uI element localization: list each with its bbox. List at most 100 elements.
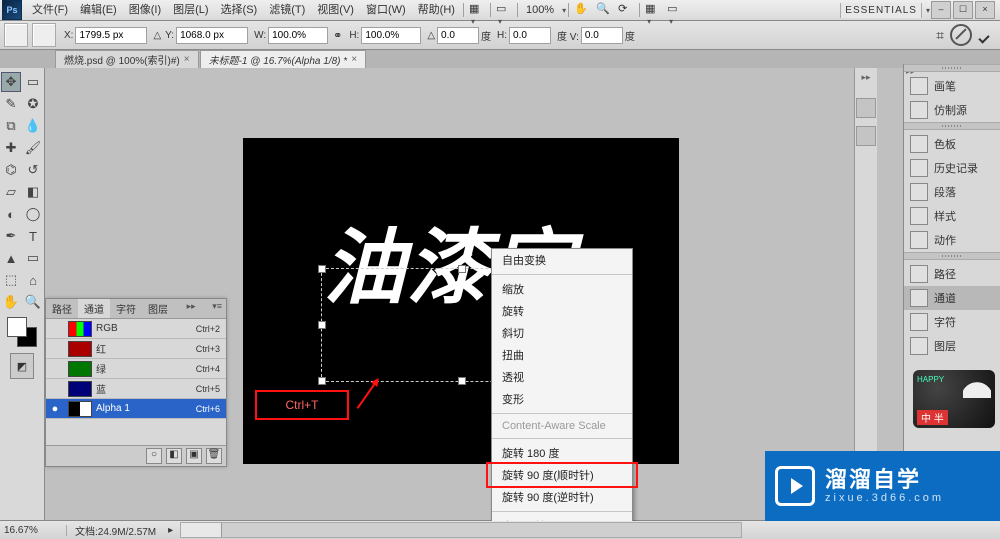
handle-tm[interactable] xyxy=(458,265,466,273)
move-tool[interactable]: ✥ xyxy=(1,72,21,92)
ctx-free-transform[interactable]: 自由变换 xyxy=(492,249,632,271)
delete-channel-icon[interactable]: 🗑 xyxy=(206,448,222,464)
handle-bm[interactable] xyxy=(458,377,466,385)
cancel-transform-icon[interactable] xyxy=(950,24,972,46)
gradient-tool[interactable]: ◧ xyxy=(23,182,43,202)
close-tab-icon[interactable]: × xyxy=(351,54,357,65)
input-angle[interactable] xyxy=(437,27,479,44)
brush-tool[interactable]: 🖌 xyxy=(23,138,43,158)
hand-tool[interactable]: ✋ xyxy=(1,292,21,312)
shape-tool[interactable]: ▭ xyxy=(23,248,43,268)
commit-transform-icon[interactable] xyxy=(978,26,996,44)
menu-window[interactable]: 窗口(W) xyxy=(360,0,412,20)
quick-mask-toggle[interactable]: ◩ xyxy=(10,353,34,379)
dock-brushes[interactable]: 画笔 xyxy=(904,74,1000,98)
blur-tool[interactable]: ◐ xyxy=(1,204,21,224)
input-w[interactable] xyxy=(268,27,328,44)
window-minimize[interactable]: – xyxy=(931,1,951,19)
stamp-tool[interactable]: ⌬ xyxy=(1,160,21,180)
dock-tab-1[interactable] xyxy=(856,98,876,118)
dock-paragraph[interactable]: 段落 xyxy=(904,180,1000,204)
dock-actions[interactable]: 动作 xyxy=(904,228,1000,252)
channel-row-blue[interactable]: 蓝 Ctrl+5 xyxy=(46,379,226,399)
menu-layer[interactable]: 图层(L) xyxy=(167,0,214,20)
handle-tl[interactable] xyxy=(318,265,326,273)
path-select-tool[interactable]: ▲ xyxy=(1,248,21,268)
load-selection-icon[interactable]: ○ xyxy=(146,448,162,464)
dodge-tool[interactable]: ◯ xyxy=(23,204,43,224)
save-selection-icon[interactable]: ◧ xyxy=(166,448,182,464)
dock-clone-src[interactable]: 仿制源 xyxy=(904,98,1000,122)
panel-menu-icon[interactable]: ▾≡ xyxy=(208,299,226,318)
zoom-tool-icon[interactable]: 🔍 xyxy=(596,2,612,18)
menu-select[interactable]: 选择(S) xyxy=(215,0,264,20)
handle-ml[interactable] xyxy=(318,321,326,329)
reference-point-icon[interactable] xyxy=(32,23,56,47)
new-channel-icon[interactable]: ▣ xyxy=(186,448,202,464)
ctx-warp[interactable]: 变形 xyxy=(492,388,632,410)
panel-tab-layers[interactable]: 图层 xyxy=(142,299,174,318)
handle-bl[interactable] xyxy=(318,377,326,385)
panel-collapse-icon[interactable]: ▸▸ xyxy=(183,299,200,318)
dock-expand-icon[interactable]: ▸▸ xyxy=(857,72,875,90)
type-tool[interactable]: T xyxy=(23,226,43,246)
menu-file[interactable]: 文件(F) xyxy=(26,0,74,20)
history-brush-tool[interactable]: ↺ xyxy=(23,160,43,180)
ctx-rotate-90-ccw[interactable]: 旋转 90 度(逆时针) xyxy=(492,486,632,508)
channel-row-red[interactable]: 红 Ctrl+3 xyxy=(46,339,226,359)
status-menu-icon[interactable]: ▸ xyxy=(164,525,177,536)
channel-row-rgb[interactable]: RGB Ctrl+2 xyxy=(46,319,226,339)
screen-mode2-icon[interactable]: ▭▾ xyxy=(667,2,683,18)
tab-doc-2[interactable]: 未标题-1 @ 16.7%(Alpha 1/8) *× xyxy=(200,50,366,68)
panel-tab-channels[interactable]: 通道 xyxy=(78,299,110,318)
h-scrollbar[interactable] xyxy=(180,522,742,538)
ctx-scale[interactable]: 缩放 xyxy=(492,278,632,300)
fg-color-swatch[interactable] xyxy=(7,317,27,337)
input-skew-v[interactable] xyxy=(581,27,623,44)
close-tab-icon[interactable]: × xyxy=(184,54,190,65)
3d-camera-tool[interactable]: ⌂ xyxy=(23,270,43,290)
healing-tool[interactable]: ✚ xyxy=(1,138,21,158)
input-skew-h[interactable] xyxy=(509,27,551,44)
dock-channels[interactable]: 通道 xyxy=(904,286,1000,310)
status-doc-size[interactable]: 文档:24.9M/2.57M xyxy=(67,523,164,538)
dock-character[interactable]: 字符 xyxy=(904,310,1000,334)
dock-layers[interactable]: 图层 xyxy=(904,334,1000,358)
eyedropper-tool[interactable]: 💧 xyxy=(23,116,43,136)
visibility-toggle[interactable]: ● xyxy=(46,403,64,415)
ctx-rotate-180[interactable]: 旋转 180 度 xyxy=(492,442,632,464)
workspace-switcher[interactable]: ESSENTIALS xyxy=(840,3,922,18)
3d-tool[interactable]: ⬚ xyxy=(1,270,21,290)
crop-tool[interactable]: ⧉ xyxy=(1,116,21,136)
rotate-view-icon[interactable]: ⟳ xyxy=(618,2,634,18)
dock-swatches[interactable]: 色板 xyxy=(904,132,1000,156)
panel-tab-paths[interactable]: 路径 xyxy=(46,299,78,318)
warp-mode-icon[interactable]: ⌗ xyxy=(936,27,944,44)
ctx-rotate[interactable]: 旋转 xyxy=(492,300,632,322)
dock-paths[interactable]: 路径 xyxy=(904,262,1000,286)
input-x[interactable] xyxy=(75,27,147,44)
ctx-rotate-90-cw[interactable]: 旋转 90 度(顺时针) xyxy=(492,464,632,486)
link-wh-icon[interactable]: ⚭ xyxy=(330,29,345,42)
quick-select-tool[interactable]: ✪ xyxy=(23,94,43,114)
ctx-skew[interactable]: 斜切 xyxy=(492,322,632,344)
menu-view[interactable]: 视图(V) xyxy=(311,0,360,20)
menu-filter[interactable]: 滤镜(T) xyxy=(263,0,311,20)
zoom-tool[interactable]: 🔍 xyxy=(23,292,43,312)
tab-doc-1[interactable]: 燃烧.psd @ 100%(索引)#)× xyxy=(55,50,199,68)
marquee-tool[interactable]: ▭ xyxy=(23,72,43,92)
channel-row-green[interactable]: 绿 Ctrl+4 xyxy=(46,359,226,379)
status-zoom[interactable]: 16.67% xyxy=(0,525,67,536)
input-h[interactable] xyxy=(361,27,421,44)
window-close[interactable]: × xyxy=(975,1,995,19)
ctx-distort[interactable]: 扭曲 xyxy=(492,344,632,366)
move-tool-preset-icon[interactable] xyxy=(4,23,28,47)
dock-styles[interactable]: 样式 xyxy=(904,204,1000,228)
ctx-perspective[interactable]: 透视 xyxy=(492,366,632,388)
menu-image[interactable]: 图像(I) xyxy=(123,0,167,20)
screen-mode-icon[interactable]: ▭▾ xyxy=(496,2,512,18)
arrange-docs-icon[interactable]: ▦▾ xyxy=(645,2,661,18)
ctx-flip-h[interactable]: 水平翻转 xyxy=(492,515,632,521)
dock-history[interactable]: 历史记录 xyxy=(904,156,1000,180)
pen-tool[interactable]: ✒ xyxy=(1,226,21,246)
